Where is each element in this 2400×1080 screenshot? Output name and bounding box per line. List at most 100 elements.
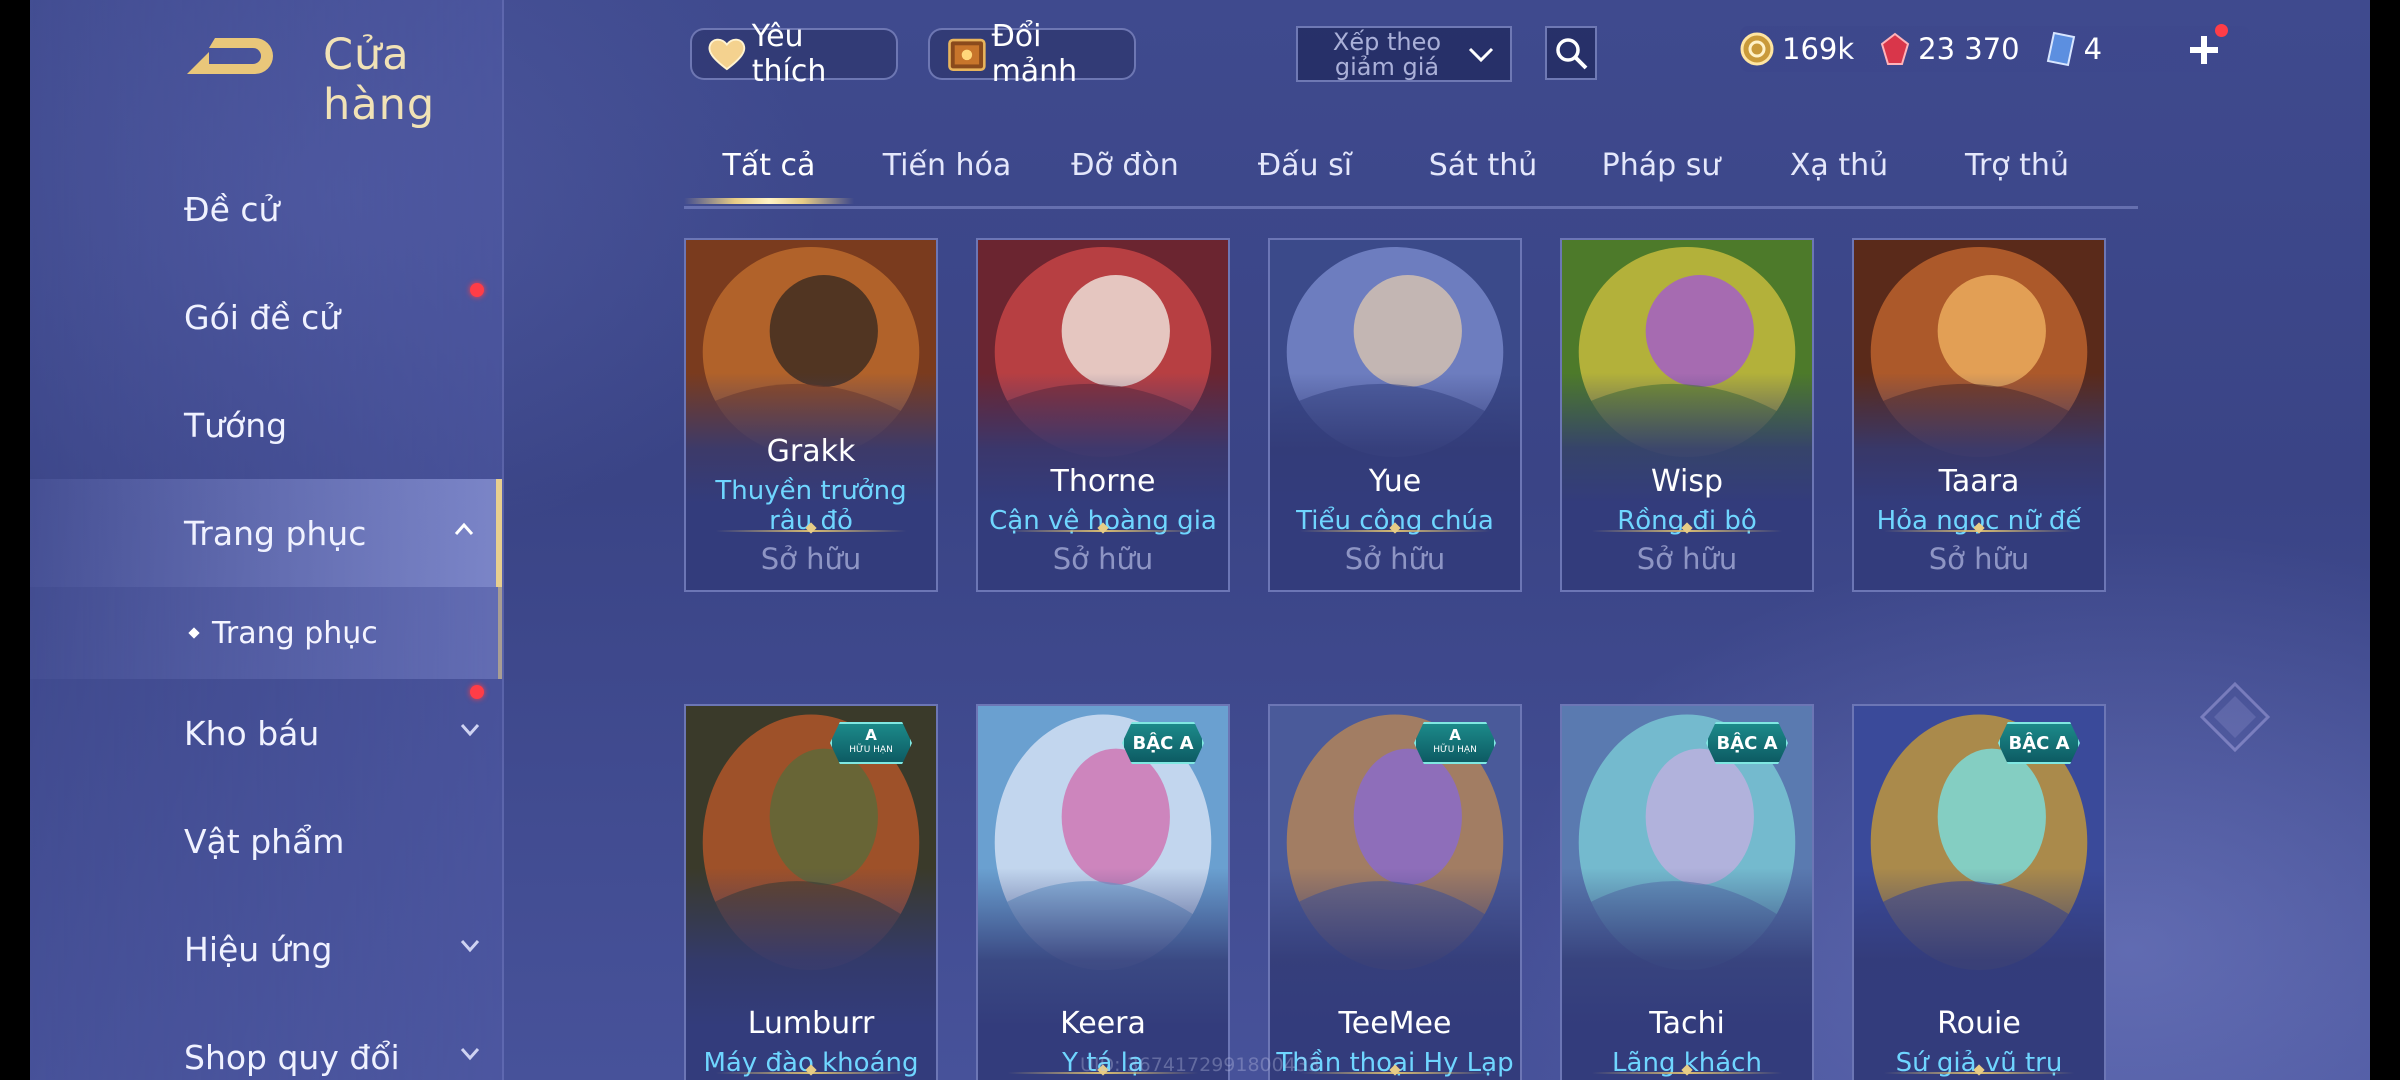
skin-card[interactable]: KeeraY tá lạSở hữuBẬC A [976,704,1230,1080]
card-divider [716,522,906,534]
fragment-chest-icon [948,38,986,71]
sidebar-item-recommended-packs[interactable]: Gói đề cử [30,263,502,371]
tier-badge: A HỮU HẠN [1414,722,1496,764]
gold-amount: 169k [1782,32,1855,66]
skin-card[interactable]: TeeMeeThần thoại Hy LạpSở hữuAHỮU HẠN [1268,704,1522,1080]
skin-card[interactable]: RouieSứ giả vũ trụSở hữuBẬC A [1852,704,2106,1080]
sidebar-item-label: Shop quy đổi [184,1037,400,1077]
skin-card[interactable]: LumburrMáy đào khoángSở hữuAHỮU HẠN [684,704,938,1080]
tab-fighter[interactable]: Đấu sĩ [1220,148,1390,183]
hero-name: Keera [1060,1006,1146,1041]
owned-status: Sở hữu [1052,542,1154,576]
tab-label: Đấu sĩ [1257,148,1353,183]
tab-label: Trợ thủ [1965,148,2069,183]
hero-name: Grakk [766,434,856,469]
sort-dropdown-label: Xếp theo giảm giá [1332,28,1442,81]
card-divider [1008,522,1198,534]
back-button[interactable] [185,30,277,88]
diamond-decoration-icon [2199,681,2271,753]
sidebar-item-label: Kho báu [184,713,320,753]
sidebar-subitem-label: Trang phục [212,615,378,651]
active-tab-indicator [684,198,854,204]
sidebar-item-recommended[interactable]: Đề cử [30,155,502,263]
skin-card[interactable]: Taara Hỏa ngọc nữ đế Sở hữu [1852,238,2106,592]
tab-tank[interactable]: Đỡ đòn [1040,148,1210,183]
tab-assassin[interactable]: Sát thủ [1398,148,1568,183]
tier-badge: BẬC A [1998,722,2080,764]
skin-card[interactable]: TachiLãng kháchSở hữuBẬC A [1560,704,1814,1080]
token-card-icon [2046,31,2075,67]
store-screen: Cửa hàng Đề cử Gói đề cử Tướng Trang phụ… [30,0,2370,1080]
sidebar-item-label: Trang phục [184,513,367,553]
tier-badge: BẬC A [1706,722,1788,764]
sidebar-item-effects[interactable]: Hiệu ứng [30,895,502,1003]
sidebar-item-exchange-shop[interactable]: Shop quy đổi [30,1003,502,1080]
page-title: Cửa hàng [323,30,436,130]
add-currency-button[interactable] [2180,24,2228,74]
tab-evolution[interactable]: Tiến hóa [862,148,1032,183]
card-divider [1884,1064,2074,1076]
back-arrow-icon [187,38,273,74]
chevron-down-icon [460,724,480,737]
tab-marksman[interactable]: Xạ thủ [1754,148,1924,183]
card-divider [716,1064,906,1076]
voucher-amount: 23 370 [1918,32,2020,66]
category-tabs: Tất cả Tiến hóa Đỡ đòn Đấu sĩ Sát thủ Ph… [684,140,2138,209]
tab-all[interactable]: Tất cả [684,148,854,183]
exchange-fragments-button[interactable]: Đổi mảnh [928,19,1136,89]
heart-icon [708,38,746,71]
sidebar-subitem-skins[interactable]: Trang phục [30,587,502,679]
search-icon [1556,38,1588,70]
skin-card[interactable]: Wisp Rồng đi bộ Sở hữu [1560,238,1814,592]
exchange-fragments-label: Đổi mảnh [991,19,1078,89]
user-id-label: UID: 3674172991800433 [1080,1054,1320,1076]
hero-name: TeeMee [1338,1006,1452,1041]
card-divider [1592,522,1782,534]
sidebar-item-treasure[interactable]: Kho báu [30,679,502,787]
hero-name: Thorne [1050,464,1156,499]
skin-card[interactable]: Grakk Thuyền trưởng râu đỏ Sở hữu [684,238,938,592]
search-button[interactable] [1545,26,1597,80]
skin-card[interactable]: Thorne Cận vệ hoàng gia Sở hữu [976,238,1230,592]
card-divider [1300,1064,1490,1076]
tab-label: Xạ thủ [1789,148,1889,183]
card-divider [1884,522,2074,534]
tab-mage[interactable]: Pháp sư [1576,148,1746,183]
tab-label: Đỡ đòn [1071,148,1179,183]
favorites-button[interactable]: Yêu thích [690,19,898,89]
card-divider [1592,1064,1782,1076]
tab-label: Tiến hóa [882,148,1012,183]
sidebar-item-skins[interactable]: Trang phục [30,479,502,587]
sidebar-item-label: Tướng [184,405,288,445]
hero-name: Yue [1368,464,1422,499]
gold-coin-icon [1740,32,1774,66]
bullet-icon [188,627,200,639]
skin-card[interactable]: Yue Tiểu công chúa Sở hữu [1268,238,1522,592]
chevron-down-icon [460,940,480,953]
favorites-label: Yêu thích [751,19,827,89]
tier-badge-sublabel: HỮU HẠN [1433,745,1477,755]
tier-badge: BẬC A [1122,722,1204,764]
sidebar-item-items[interactable]: Vật phẩm [30,787,502,895]
tier-badge: A HỮU HẠN [830,722,912,764]
hero-name: Taara [1938,464,2020,499]
sidebar-item-label: Vật phẩm [184,821,345,861]
sidebar-item-heroes[interactable]: Tướng [30,371,502,479]
notification-dot [470,283,484,297]
tab-label: Sát thủ [1428,148,1538,183]
sidebar-nav: Đề cử Gói đề cử Tướng Trang phục Trang p… [30,155,502,1080]
tier-badge-label: A [1449,726,1461,744]
chevron-down-icon [460,1048,480,1061]
sidebar-item-label: Hiệu ứng [184,929,333,969]
hero-name: Tachi [1649,1006,1725,1041]
tab-support[interactable]: Trợ thủ [1932,148,2102,183]
owned-status: Sở hữu [1636,542,1738,576]
hero-name: Wisp [1650,464,1723,499]
token-currency: 4 [2046,31,2102,67]
sort-dropdown[interactable]: Xếp theo giảm giá [1296,26,1512,82]
sidebar-item-label: Đề cử [184,189,280,229]
tab-label: Tất cả [722,148,816,183]
chevron-up-icon [454,522,474,535]
owned-status: Sở hữu [1344,542,1446,576]
tier-badge-label: A [865,726,877,744]
